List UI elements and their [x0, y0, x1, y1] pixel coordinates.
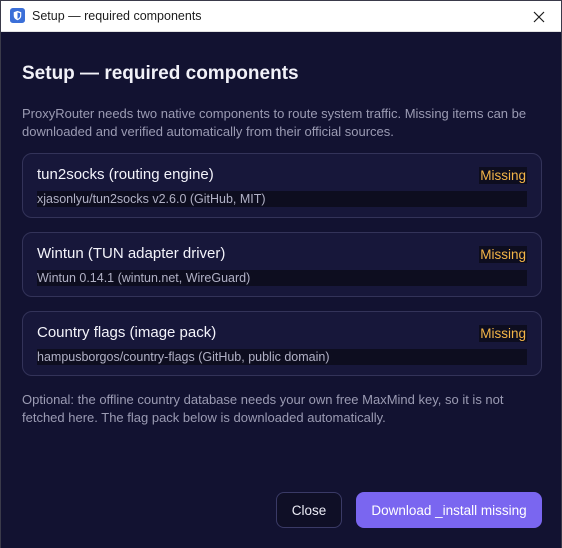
shield-icon [10, 8, 25, 23]
component-card-wintun: Wintun (TUN adapter driver) Wintun 0.14.… [22, 232, 542, 297]
status-badge: Missing [479, 167, 527, 184]
page-title: Setup — required components [22, 63, 299, 84]
title-bar: Setup — required components [1, 1, 561, 32]
window-close-button[interactable] [517, 1, 561, 32]
close-button[interactable]: Close [276, 492, 342, 528]
component-name: Wintun (TUN adapter driver) [37, 245, 226, 262]
component-source: hampusborgos/country-flags (GitHub, publ… [37, 349, 527, 365]
optional-note: Optional: the offline country database n… [22, 392, 504, 425]
status-badge: Missing [479, 246, 527, 263]
download-install-button[interactable]: Download _install missing [356, 492, 542, 528]
component-source: xjasonlyu/tun2socks v2.6.0 (GitHub, MIT) [37, 191, 527, 207]
window-title: Setup — required components [32, 9, 202, 23]
close-icon [533, 11, 545, 22]
intro-text: ProxyRouter needs two native components … [22, 106, 527, 139]
component-card-country-flags: Country flags (image pack) hampusborgos/… [22, 311, 542, 376]
component-name: Country flags (image pack) [37, 324, 217, 341]
component-card-tun2socks: tun2socks (routing engine) xjasonlyu/tun… [22, 153, 542, 218]
component-source: Wintun 0.14.1 (wintun.net, WireGuard) [37, 270, 527, 286]
status-badge: Missing [479, 325, 527, 342]
setup-window: Setup — required components Setup — requ… [0, 0, 562, 548]
dialog-content: Setup — required components ProxyRouter … [1, 33, 561, 548]
component-name: tun2socks (routing engine) [37, 166, 214, 183]
